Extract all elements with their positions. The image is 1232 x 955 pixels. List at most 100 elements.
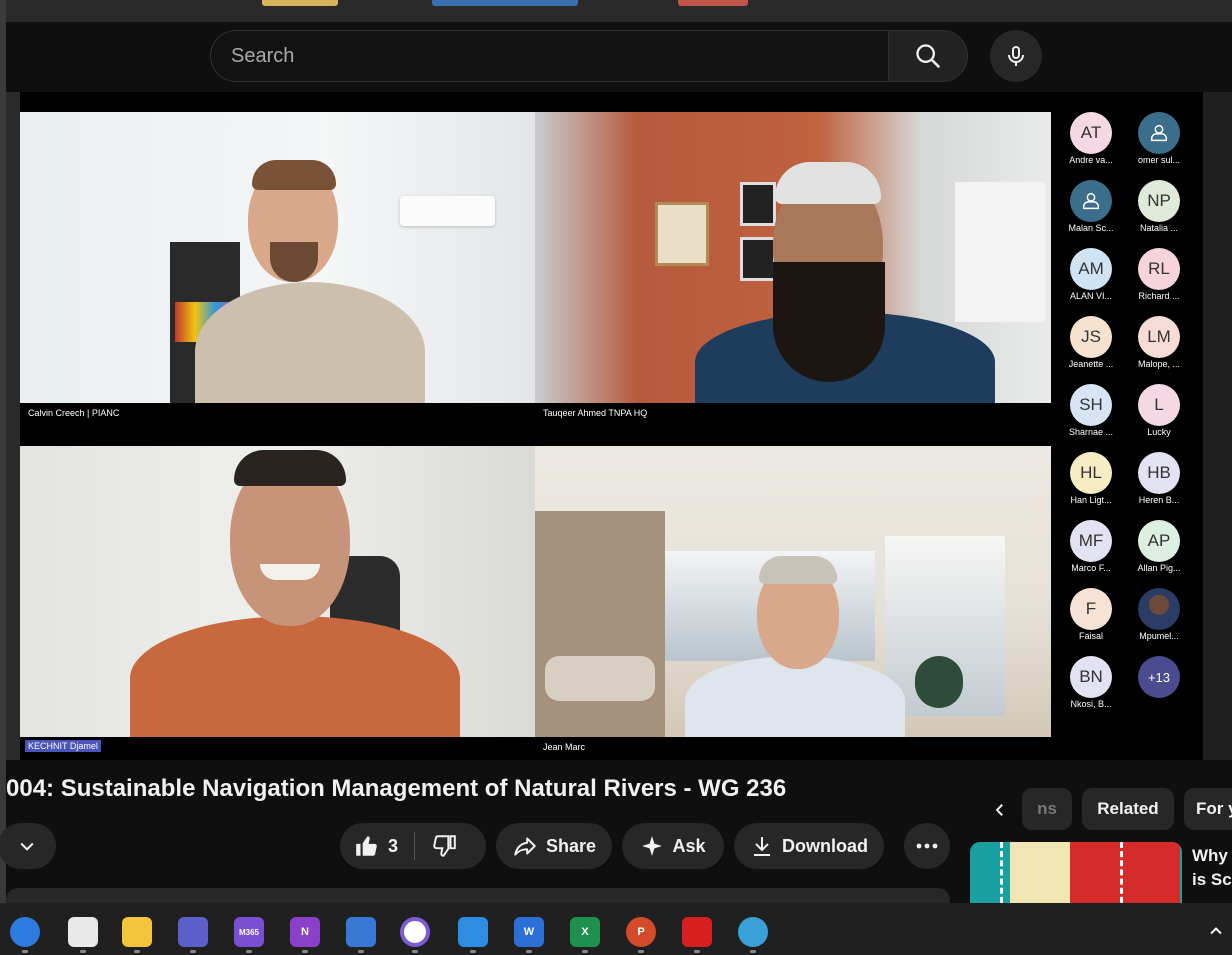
attendee-name: Marco F... [1071, 563, 1111, 573]
video-title: 004: Sustainable Navigation Management o… [6, 775, 787, 802]
paint-icon[interactable] [738, 917, 768, 947]
video-tile-1 [20, 112, 535, 403]
like-dislike-group: 3 [340, 823, 486, 869]
share-button[interactable]: Share [496, 823, 612, 869]
attendee-1[interactable]: omer sul... [1129, 112, 1189, 172]
ask-button[interactable]: Ask [622, 823, 724, 869]
attendee-0[interactable]: AT Andre va... [1061, 112, 1121, 172]
attendee-avatar: SH [1070, 384, 1112, 426]
sparkle-icon [642, 836, 663, 856]
tile-1-name: Calvin Creech | PIANC [28, 408, 120, 418]
tile-4-name: Jean Marc [543, 742, 586, 752]
download-label: Download [782, 835, 868, 856]
ask-label: Ask [672, 835, 706, 856]
video-tile-2 [535, 112, 1051, 403]
attendee-10[interactable]: HL Han Ligt... [1061, 452, 1121, 512]
more-horizontal-icon [916, 843, 938, 849]
attendee-13[interactable]: AP Allan Pig... [1129, 520, 1189, 580]
voice-search-button[interactable] [990, 30, 1042, 82]
attendee-name: omer sul... [1137, 155, 1180, 165]
attendee-name: Richard ... [1138, 291, 1180, 301]
person-icon [1070, 180, 1112, 222]
attendee-avatar: HB [1138, 452, 1180, 494]
attendee-name: Malope, ... [1137, 359, 1181, 369]
taskbar: M365 N W X P [0, 903, 1232, 955]
video-tile-3 [20, 446, 535, 737]
download-button[interactable]: Download [734, 823, 884, 869]
attendee-2[interactable]: Malan Sc... [1061, 180, 1121, 240]
chip-for-you[interactable]: For y [1184, 788, 1232, 830]
excel-icon[interactable]: X [570, 917, 600, 947]
share-label: Share [545, 835, 597, 856]
chip-related[interactable]: Related [1082, 788, 1174, 830]
download-icon [754, 837, 770, 856]
attendee-avatar: HL [1070, 452, 1112, 494]
chip-scroll-left-button[interactable] [984, 792, 1016, 828]
attendee-5[interactable]: RL Richard ... [1129, 248, 1189, 308]
file-explorer-icon[interactable] [122, 917, 152, 947]
attendee-avatar: AP [1138, 520, 1180, 562]
tile-3-name: KECHNIT Djamel [25, 740, 101, 752]
attendee-name: Han Ligt... [1070, 495, 1112, 505]
onenote-icon[interactable]: N [290, 917, 320, 947]
m365-icon[interactable]: M365 [234, 917, 264, 947]
search-icon [916, 44, 940, 68]
attendee-14[interactable]: F Faisal [1061, 588, 1121, 648]
attendee-avatar: AT [1070, 112, 1112, 154]
attendee-name: Allan Pig... [1137, 563, 1181, 573]
attendee-avatar: L [1138, 384, 1180, 426]
attendee-avatar: F [1070, 588, 1112, 630]
attendee-list: AT Andre va... omer sul... Malan Sc... NP Nat… [1051, 112, 1201, 732]
photos-icon[interactable] [458, 917, 488, 947]
attendee-name: Natalia ... [1139, 223, 1179, 233]
screen: Search Calvin Creech | PIANC Tauqeer Ahm… [0, 0, 1232, 955]
search-input[interactable]: Search [210, 30, 890, 82]
attendee-17[interactable]: +13 [1129, 656, 1189, 716]
acrobat-icon[interactable] [682, 917, 712, 947]
video-tile-4 [535, 446, 1051, 737]
related-video-thumbnail[interactable] [970, 842, 1182, 912]
attendee-name: Heren B... [1138, 495, 1180, 505]
attendee-7[interactable]: LM Malope, ... [1129, 316, 1189, 376]
attendee-avatar: LM [1138, 316, 1180, 358]
more-actions-button[interactable] [904, 823, 950, 869]
attendee-name: Lucky [1147, 427, 1171, 437]
chip-partial[interactable]: ns [1022, 788, 1072, 830]
word-icon[interactable]: W [514, 917, 544, 947]
browser-tab-strip [0, 0, 1232, 22]
related-video-title[interactable]: Why is Sc [1192, 844, 1232, 892]
sticky-icon[interactable] [346, 917, 376, 947]
attendee-9[interactable]: L Lucky [1129, 384, 1189, 444]
attendee-12[interactable]: MF Marco F... [1061, 520, 1121, 580]
attendee-avatar: NP [1138, 180, 1180, 222]
like-button[interactable]: 3 [354, 833, 398, 859]
teams-icon[interactable] [178, 917, 208, 947]
expand-button[interactable] [0, 823, 56, 869]
attendee-11[interactable]: HB Heren B... [1129, 452, 1189, 512]
microphone-icon [1008, 46, 1024, 66]
powerpoint-icon[interactable]: P [626, 917, 656, 947]
attendee-avatar: BN [1070, 656, 1112, 698]
attendee-4[interactable]: AM ALAN VI... [1061, 248, 1121, 308]
notepad-icon[interactable] [68, 917, 98, 947]
search-placeholder: Search [231, 44, 295, 67]
attendee-8[interactable]: SH Sharnae ... [1061, 384, 1121, 444]
thumbs-down-icon [433, 835, 456, 857]
attendee-name: Andre va... [1069, 155, 1113, 165]
person-icon [1138, 112, 1180, 154]
share-icon [514, 837, 536, 856]
media-player-icon[interactable] [400, 917, 430, 947]
chevron-left-icon [995, 804, 1003, 816]
video-player[interactable]: Calvin Creech | PIANC Tauqeer Ahmed TNPA… [6, 92, 1232, 760]
attendee-name: Malan Sc... [1068, 223, 1114, 233]
attendee-15[interactable]: Mpumel... [1129, 588, 1189, 648]
attendee-6[interactable]: JS Jeanette ... [1061, 316, 1121, 376]
attendee-16[interactable]: BN Nkosi, B... [1061, 656, 1121, 716]
edge-icon[interactable] [10, 917, 40, 947]
search-button[interactable] [888, 30, 968, 82]
attendee-avatar: JS [1070, 316, 1112, 358]
chevron-up-icon[interactable] [1206, 921, 1226, 941]
dislike-button[interactable] [431, 833, 457, 859]
chevron-down-icon [20, 842, 34, 851]
attendee-3[interactable]: NP Natalia ... [1129, 180, 1189, 240]
